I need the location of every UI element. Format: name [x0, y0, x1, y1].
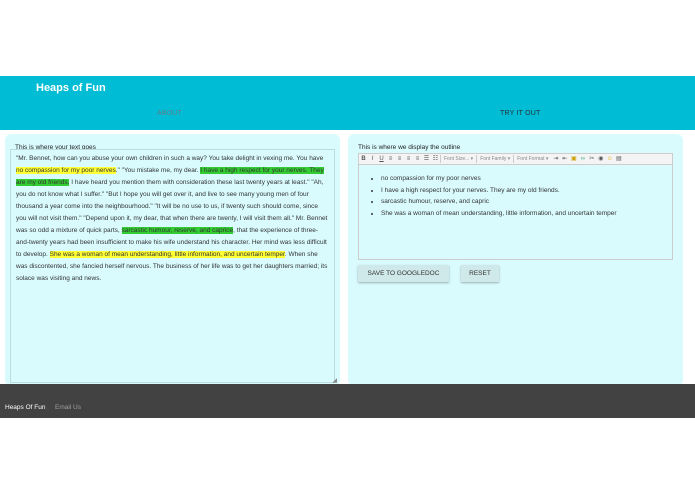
email-us-link[interactable]: Email Us: [55, 404, 81, 411]
font-format-value: Font Format: [517, 156, 545, 162]
highlighted-segment: She was a woman of mean understanding, l…: [49, 251, 285, 258]
emoji-icon[interactable]: ☺: [605, 155, 614, 164]
tab-try-it-out[interactable]: TRY IT OUT: [500, 110, 541, 117]
text-segment: ." "You mistake me, my dear.: [115, 167, 201, 174]
highlighted-segment: sarcastic humour, reserve, and caprice: [121, 227, 234, 234]
outline-item: I have a high respect for your nerves. T…: [381, 185, 672, 197]
document-icon[interactable]: ▤: [614, 155, 623, 164]
font-size-select[interactable]: Font Size... ▾: [440, 155, 476, 163]
font-family-value: Font Family: [480, 156, 507, 162]
indent-icon[interactable]: ⇥: [551, 155, 560, 164]
app-footer: Heaps Of Fun Email Us: [0, 384, 695, 418]
outline-item: sarcastic humour, reserve, and capric: [381, 196, 672, 208]
app-header: Heaps of Fun ABOUT TRY IT OUT: [0, 76, 695, 130]
resize-handle-icon[interactable]: ◢: [332, 377, 337, 384]
font-size-value: Font Size...: [444, 156, 470, 162]
code-icon[interactable]: ◉: [596, 155, 605, 164]
outline-panel-label: This is where we display the outline: [358, 144, 461, 151]
align-justify-icon[interactable]: ≡: [413, 155, 422, 164]
footer-brand[interactable]: Heaps Of Fun: [5, 404, 45, 411]
reset-button[interactable]: RESET: [461, 265, 499, 282]
image-icon[interactable]: ▣: [569, 155, 578, 164]
bold-button[interactable]: B: [359, 155, 368, 164]
source-textarea[interactable]: "Mr. Bennet, how can you abuse your own …: [10, 149, 335, 383]
outline-item: no compassion for my poor nerves: [381, 173, 672, 185]
italic-button[interactable]: I: [368, 155, 377, 164]
tab-about[interactable]: ABOUT: [157, 110, 182, 117]
outline-panel: This is where we display the outline B I…: [348, 134, 683, 386]
font-family-select[interactable]: Font Family ▾: [476, 155, 513, 163]
text-input-panel: This is where your text goes "Mr. Bennet…: [5, 134, 340, 386]
font-format-select[interactable]: Font Format ▾: [513, 155, 551, 163]
editor-toolbar: B I U ≡ ≡ ≡ ≡ ☰ ☷ Font Size... ▾ Font Fa…: [358, 153, 673, 165]
save-to-googledoc-button[interactable]: SAVE TO GOOGLEDOC: [358, 265, 449, 282]
align-left-icon[interactable]: ≡: [386, 155, 395, 164]
bullet-list-icon[interactable]: ☰: [422, 155, 431, 164]
outline-item: She was a woman of mean understanding, l…: [381, 208, 672, 220]
outline-editor[interactable]: no compassion for my poor nerves I have …: [358, 165, 673, 260]
link-icon[interactable]: ∞: [578, 155, 587, 164]
outdent-icon[interactable]: ⇤: [560, 155, 569, 164]
brand-title[interactable]: Heaps of Fun: [36, 82, 106, 94]
align-center-icon[interactable]: ≡: [395, 155, 404, 164]
numbered-list-icon[interactable]: ☷: [431, 155, 440, 164]
align-right-icon[interactable]: ≡: [404, 155, 413, 164]
unlink-icon[interactable]: ✂: [587, 155, 596, 164]
highlighted-segment: no compassion for my poor nerves: [16, 167, 116, 174]
text-segment: I have heard you mention them with consi…: [16, 179, 328, 234]
underline-button[interactable]: U: [377, 155, 386, 164]
outline-list: no compassion for my poor nerves I have …: [359, 173, 672, 219]
text-segment: "Mr. Bennet, how can you abuse your own …: [16, 155, 324, 162]
